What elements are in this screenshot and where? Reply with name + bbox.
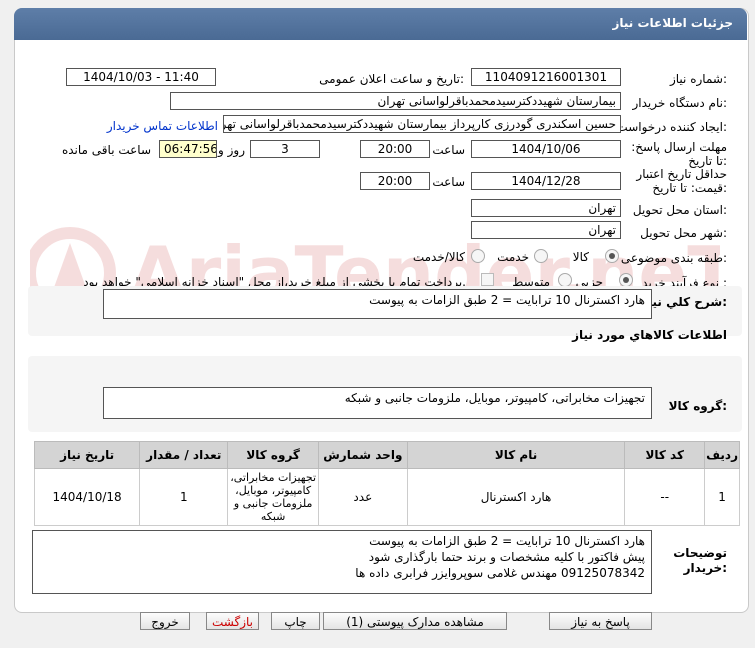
buyer-notes-line-2: پیش فاکتور با کلیه مشخصات و برند حتما با… (368, 550, 645, 564)
creator-field: حسین اسکندری گودرزی کارپرداز بیمارستان ش… (223, 115, 621, 133)
contact-buyer-link[interactable]: اطلاعات تماس خریدار (107, 119, 218, 133)
respond-button[interactable]: پاسخ به نیاز (549, 612, 652, 630)
category-option-goods: کالا (572, 250, 589, 264)
city-field: تهران (471, 221, 621, 239)
buyer-org-field: بیمارستان شهیددکترسیدمحمدباقرلواسانی تهر… (170, 92, 621, 110)
remaining-time-field: 06:47:56 (159, 140, 217, 158)
deadline-date-field: 1404/10/06 (471, 140, 621, 158)
deadline-label: مهلت ارسال پاسخ: تا تاریخ: (631, 140, 727, 168)
col-qty: تعداد / مقدار (139, 441, 229, 469)
category-label: طبقه بندی موضوعی: (620, 251, 727, 265)
col-code: کد کالا (624, 441, 706, 469)
treasury-checkbox[interactable] (481, 273, 494, 286)
process-radio-medium[interactable] (558, 273, 572, 287)
attachments-button[interactable]: مشاهده مدارک پیوستی (1) (323, 612, 507, 630)
province-label: استان محل تحویل: (632, 203, 727, 217)
need-number-label: شماره نیاز: (669, 72, 727, 86)
remaining-label: ساعت باقی مانده (61, 143, 151, 157)
category-option-goods-service: کالا/خدمت (412, 250, 465, 264)
process-radio-partial[interactable] (619, 273, 633, 287)
page-title: جزئیات اطلاعات نیاز (612, 16, 733, 30)
deadline-time-label: ساعت (432, 143, 465, 157)
cell-code: -- (624, 468, 706, 526)
buyer-notes-line-3: 09125078342 مهندس غلامی سوپروایزر فرابری… (355, 566, 645, 580)
deadline-time-field: 20:00 (360, 140, 430, 158)
validity-time-field: 20:00 (360, 172, 430, 190)
col-unit: واحد شمارش (317, 441, 408, 469)
goods-group-label: گروه کالا: (668, 399, 727, 413)
cell-qty: 1 (139, 468, 229, 526)
announce-label: تاریخ و ساعت اعلان عمومی: (319, 72, 464, 86)
panel-header: جزئیات اطلاعات نیاز (14, 8, 747, 40)
summary-textarea: هارد اکسترنال 10 ترابایت = 2 طبق الزامات… (103, 289, 652, 319)
creator-label: ایجاد کننده درخواست: (616, 120, 727, 134)
cell-name: هارد اکسترنال (406, 468, 626, 526)
cell-unit: عدد (317, 468, 408, 526)
col-name: نام کالا (406, 441, 626, 469)
goods-group-textarea: تجهیزات مخابراتی، کامپیوتر، موبایل، ملزو… (103, 387, 652, 419)
table-row[interactable]: 1 -- هارد اکسترنال عدد تجهیزات مخابراتی،… (33, 468, 740, 526)
announce-field: 1404/10/03 - 11:40 (66, 68, 216, 86)
buyer-org-label: نام دستگاه خریدار: (632, 96, 728, 110)
validity-date-field: 1404/12/28 (471, 172, 621, 190)
items-table: ردیف کد کالا نام کالا واحد شمارش گروه کا… (33, 441, 740, 526)
summary-label: شرح کلي نياز: (641, 295, 727, 309)
city-label: شهر محل تحویل: (640, 226, 727, 240)
days-label: روز و (218, 143, 245, 157)
table-header-row: ردیف کد کالا نام کالا واحد شمارش گروه کا… (33, 441, 740, 469)
category-radio-goods-service[interactable] (471, 249, 485, 263)
validity-label: حداقل تاریخ اعتبار قیمت: تا تاریخ: (636, 167, 727, 195)
exit-button[interactable]: خروج (140, 612, 190, 630)
buyer-notes-line-1: هارد اکسترنال 10 ترابایت = 2 طبق الزامات… (369, 534, 645, 548)
cell-row: 1 (704, 468, 740, 526)
category-radio-service[interactable] (534, 249, 548, 263)
cell-group: تجهیزات مخابراتی، کامپیوتر، موبایل، ملزو… (227, 468, 319, 526)
category-radio-goods[interactable] (605, 249, 619, 263)
buyer-notes-textarea: هارد اکسترنال 10 ترابایت = 2 طبق الزامات… (32, 530, 652, 594)
goods-section-title: اطلاعات کالاهاي مورد نياز (572, 328, 727, 342)
back-button[interactable]: بازگشت (206, 612, 259, 630)
print-button[interactable]: چاپ (271, 612, 320, 630)
validity-time-label: ساعت (432, 175, 465, 189)
buyer-notes-label: توضیحات خریدار: (673, 546, 727, 575)
col-date: تاریخ نیاز (33, 441, 141, 469)
days-field: 3 (250, 140, 320, 158)
cell-date: 1404/10/18 (33, 468, 141, 526)
col-row: ردیف (704, 441, 740, 469)
category-option-service: خدمت (497, 250, 529, 264)
province-field: تهران (471, 199, 621, 217)
need-number-field: 1104091216001301 (471, 68, 621, 86)
col-group: گروه کالا (227, 441, 319, 469)
